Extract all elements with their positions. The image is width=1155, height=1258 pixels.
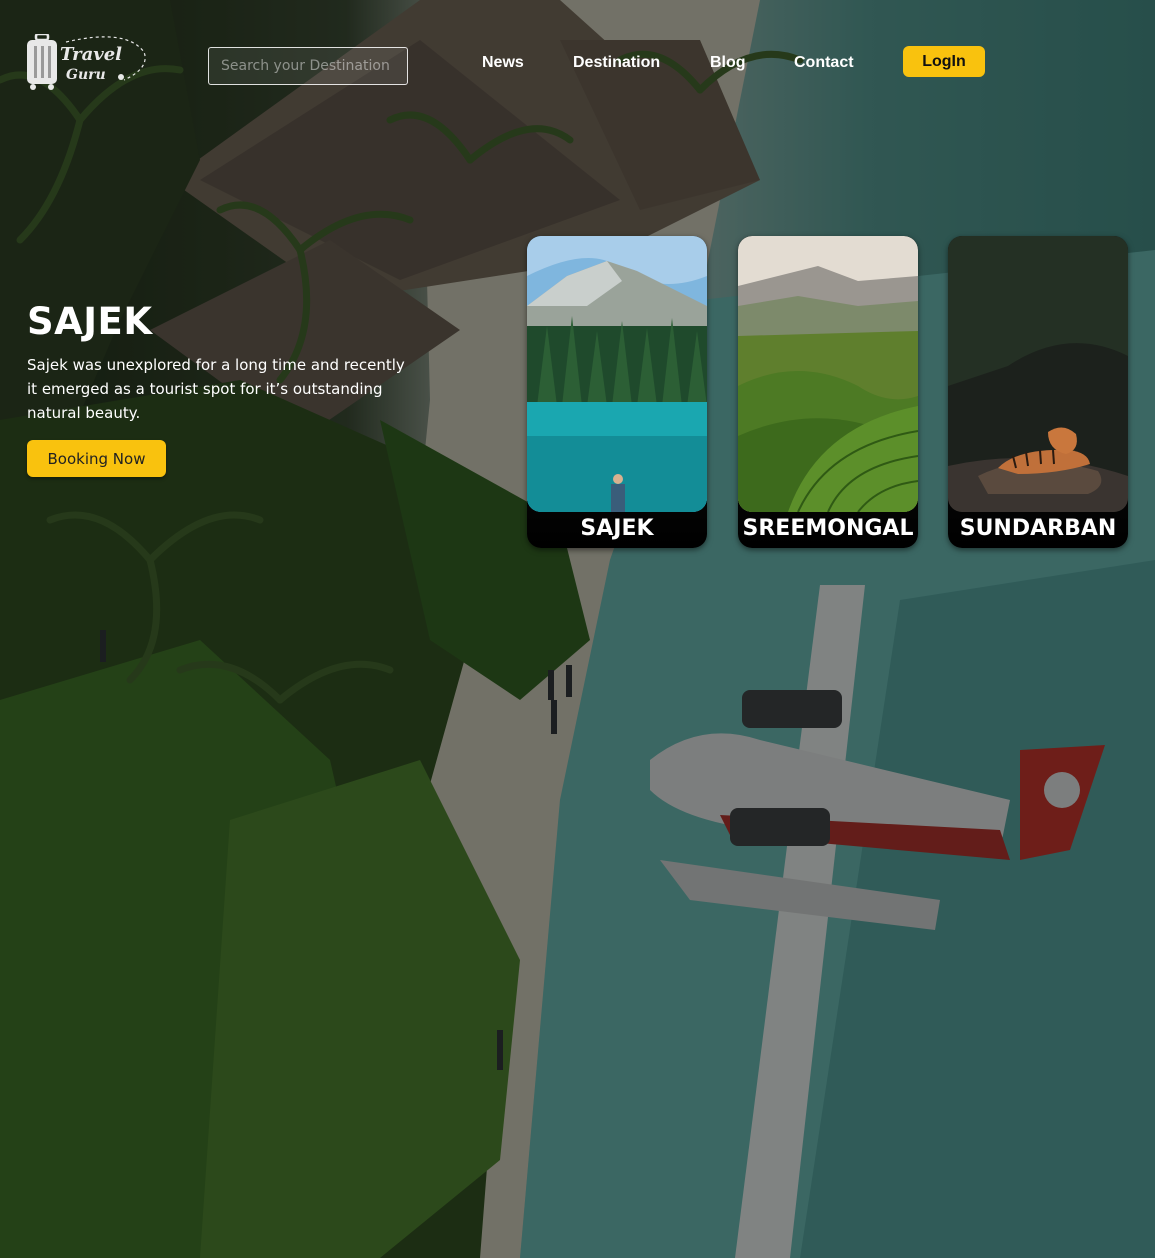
sundarban-tiger-photo xyxy=(948,236,1128,512)
travel-guru-logo[interactable]: Travel Guru xyxy=(26,34,150,92)
nav-destination-link[interactable]: Destination xyxy=(573,52,660,74)
logo-word-travel: Travel xyxy=(60,44,122,65)
search-input[interactable] xyxy=(208,47,408,85)
destination-label-sundarban: SUNDARBAN xyxy=(959,516,1117,541)
hero-description: Sajek was unexplored for a long time and… xyxy=(27,356,405,422)
sajek-lake-photo xyxy=(527,236,707,512)
login-button[interactable]: LogIn xyxy=(903,46,985,77)
destination-card-sreemongal[interactable]: SREEMONGAL xyxy=(738,236,918,548)
destination-card-sundarban[interactable]: SUNDARBAN xyxy=(948,236,1128,548)
logo-word-guru: Guru xyxy=(66,67,106,83)
logo-dot xyxy=(118,74,124,80)
nav-news-link[interactable]: News xyxy=(482,52,524,74)
destination-label-sajek: SAJEK xyxy=(580,516,654,541)
booking-now-button[interactable]: Booking Now xyxy=(27,440,166,477)
nav-blog-link[interactable]: Blog xyxy=(710,52,746,74)
sreemongal-tea-garden-photo xyxy=(738,236,918,512)
dark-overlay xyxy=(0,0,1155,1258)
hero-title: SAJEK xyxy=(27,300,153,343)
destination-label-sreemongal: SREEMONGAL xyxy=(742,516,914,541)
nav-contact-link[interactable]: Contact xyxy=(794,52,854,74)
destination-card-sajek[interactable]: SAJEK xyxy=(527,236,707,548)
